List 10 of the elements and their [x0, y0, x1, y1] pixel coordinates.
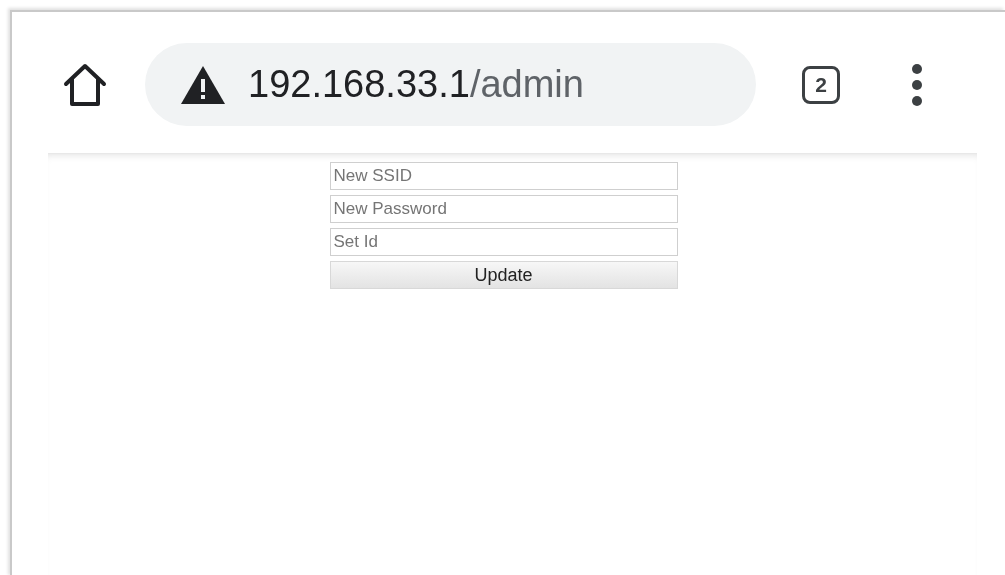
menu-icon[interactable]: [910, 62, 924, 107]
text-field[interactable]: Set Id: [329, 228, 678, 256]
text-field[interactable]: New Password: [329, 195, 678, 223]
url-text: 192.168.33.1/admin: [248, 63, 584, 106]
address-bar[interactable]: 192.168.33.1/admin: [145, 43, 756, 126]
warning-icon: [180, 64, 226, 105]
tab-count-button[interactable]: 2: [802, 65, 840, 104]
home-icon[interactable]: [62, 61, 108, 108]
text-field[interactable]: New SSID: [329, 162, 678, 190]
update-button[interactable]: Update: [329, 261, 678, 289]
